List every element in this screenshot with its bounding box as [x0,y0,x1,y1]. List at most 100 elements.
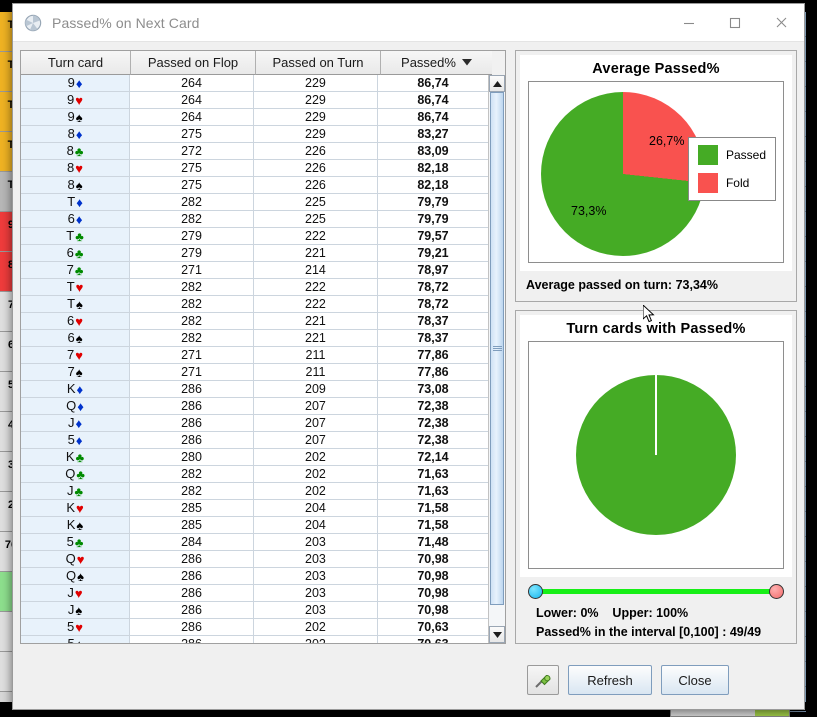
table-row[interactable]: 5♠28620270,63 [21,636,488,643]
table-row[interactable]: J ♥ 286 203 70,98 [21,585,488,602]
turn-card-table: Turn card Passed on Flop Passed on Turn … [20,50,506,644]
card-rank: T [66,279,75,294]
cell-passed-percent: 70,98 [377,551,488,568]
table-row[interactable]: 8 ♥ 275 226 82,18 [21,160,488,177]
card-rank: 8 [67,126,75,141]
table-row[interactable]: K ♣ 280 202 72,14 [21,449,488,466]
card-rank: 9 [67,109,75,124]
table-row[interactable]: 8 ♣ 272 226 83,09 [21,143,488,160]
average-passed-card: Average Passed% 26,7% 73,3% Passed Fold … [515,50,797,302]
cell-passed-percent: 72,14 [377,449,488,466]
slider-upper-knob[interactable] [769,584,784,599]
table-row[interactable]: Q ♥ 286 203 70,98 [21,551,488,568]
cell-passed-percent: 70,98 [377,585,488,602]
cell-passed-on-turn: 203 [254,568,378,585]
card-rank: 8 [67,177,75,192]
table-row[interactable]: Q ♠ 286 203 70,98 [21,568,488,585]
table-row[interactable]: 6 ♥ 282 221 78,37 [21,313,488,330]
table-row[interactable]: 7 ♣ 271 214 78,97 [21,262,488,279]
cell-passed-percent: 70,63 [377,619,488,636]
chevron-up-icon [492,80,502,87]
minimize-button[interactable] [666,4,712,41]
cell-turn-card: T ♥ [21,279,131,296]
legend-swatch-passed [697,145,718,165]
table-row[interactable]: 6 ♦ 282 225 79,79 [21,211,488,228]
cell-passed-percent: 70,98 [377,568,488,585]
table-row[interactable]: 7 ♠ 271 211 77,86 [21,364,488,381]
cell-passed-on-flop: 279 [130,228,254,245]
table-row[interactable]: 7 ♥ 271 211 77,86 [21,347,488,364]
turn-cards-chart: Turn cards with Passed% [520,315,792,577]
table-row[interactable]: T ♠ 282 222 78,72 [21,296,488,313]
table-row[interactable]: J ♦ 286 207 72,38 [21,415,488,432]
table-row[interactable]: 9 ♥ 264 229 86,74 [21,92,488,109]
close-button[interactable]: Close [661,665,729,695]
slider-track[interactable] [536,588,776,594]
table-row[interactable]: J ♠ 286 203 70,98 [21,602,488,619]
cell-passed-on-turn: 211 [254,347,378,364]
turn-cards-title: Turn cards with Passed% [566,321,746,337]
card-rank: 5 [67,619,75,634]
cell-passed-on-flop: 282 [130,279,254,296]
cell-passed-on-turn: 229 [254,92,378,109]
card-suit-icon: ♠ [75,330,83,346]
scroll-down-button[interactable] [489,626,505,643]
cell-turn-card: 8 ♦ [21,126,131,143]
turn-cards-pie [576,375,736,535]
scrollbar-thumb[interactable] [490,92,504,605]
table-row[interactable]: 8 ♠ 275 226 82,18 [21,177,488,194]
table-row[interactable]: 6 ♣ 279 221 79,21 [21,245,488,262]
table-row[interactable]: 9 ♦ 264 229 86,74 [21,75,488,92]
dialog-titlebar[interactable]: Passed% on Next Card [13,4,804,42]
scrollbar-track[interactable] [489,92,505,626]
scroll-up-button[interactable] [489,75,505,92]
table-row[interactable]: Q ♣ 282 202 71,63 [21,466,488,483]
column-header-passed-on-flop-label: Passed on Flop [147,55,239,70]
cell-passed-percent: 86,74 [377,92,488,109]
cell-turn-card: 6 ♥ [21,313,131,330]
card-rank: 7 [66,262,74,277]
window-close-button[interactable] [758,4,804,41]
cell-passed-on-turn: 226 [254,143,378,160]
table-row[interactable]: 6 ♠ 282 221 78,37 [21,330,488,347]
refresh-button[interactable]: Refresh [568,665,652,695]
maximize-button[interactable] [712,4,758,41]
table-row[interactable]: T ♣ 279 222 79,57 [21,228,488,245]
card-suit-icon: ♥ [75,160,83,176]
table-row[interactable]: K ♦ 286 209 73,08 [21,381,488,398]
table-row[interactable]: 5 ♣ 284 203 71,48 [21,534,488,551]
table-row[interactable]: 8 ♦ 275 229 83,27 [21,126,488,143]
cell-passed-on-turn: 207 [254,415,378,432]
card-rank: 6 [67,330,75,345]
cell-passed-percent: 79,79 [377,211,488,228]
sort-descending-icon [461,59,472,66]
table-row[interactable]: T ♥ 282 222 78,72 [21,279,488,296]
window-controls [666,4,804,41]
table-row[interactable]: 9 ♠ 264 229 86,74 [21,109,488,126]
minimize-icon [684,22,694,24]
column-header-passed-percent[interactable]: Passed% [381,51,492,75]
cell-passed-on-flop: 282 [130,211,254,228]
table-vertical-scrollbar[interactable] [488,75,505,643]
cell-passed-percent: 71,63 [377,483,488,500]
cell-passed-on-turn: 202 [254,466,378,483]
card-suit-icon: ♦ [75,211,83,227]
card-suit-icon: ♦ [77,398,84,414]
table-row[interactable]: K ♠ 285 204 71,58 [21,517,488,534]
table-row[interactable]: T ♦ 282 225 79,79 [21,194,488,211]
table-row[interactable]: K ♥ 285 204 71,58 [21,500,488,517]
table-row[interactable]: J ♣ 282 202 71,63 [21,483,488,500]
column-header-turn-card[interactable]: Turn card [21,51,131,75]
table-row[interactable]: Q ♦ 286 207 72,38 [21,398,488,415]
cell-turn-card: 7 ♥ [21,347,131,364]
slider-lower-knob[interactable] [528,584,543,599]
pin-button[interactable] [527,665,559,695]
table-row[interactable]: 5 ♦ 286 207 72,38 [21,432,488,449]
cell-passed-on-turn: 209 [254,381,378,398]
column-header-passed-on-flop[interactable]: Passed on Flop [131,51,256,75]
cell-passed-on-turn: 222 [254,296,378,313]
cell-turn-card: 5 ♥ [21,619,131,636]
passed-percent-range-slider[interactable] [528,581,784,601]
table-row[interactable]: 5 ♥ 286 202 70,63 [21,619,488,636]
column-header-passed-on-turn[interactable]: Passed on Turn [256,51,381,75]
